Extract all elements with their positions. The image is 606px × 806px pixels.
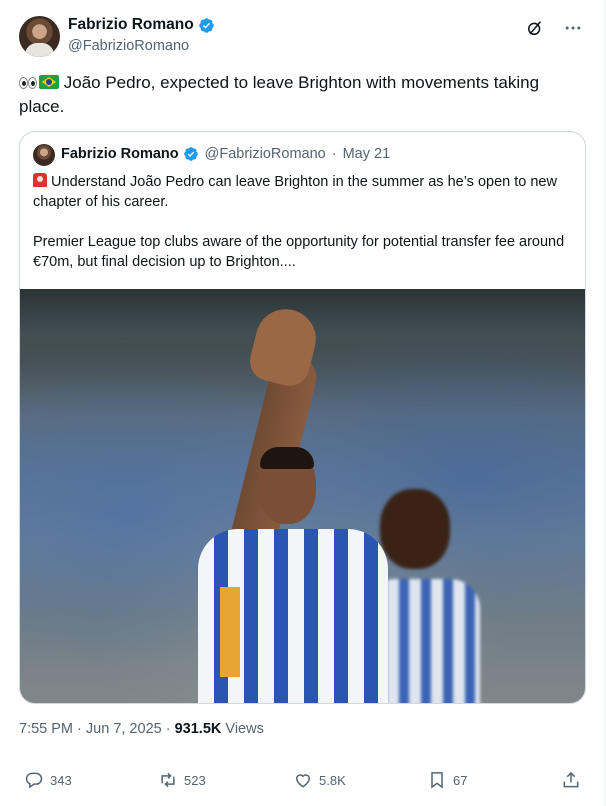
meta-separator: · — [77, 721, 82, 737]
quoted-photo[interactable] — [20, 289, 585, 703]
meta-separator: · — [165, 721, 171, 737]
brazil-flag-emoji — [39, 75, 59, 89]
tweet-time[interactable]: 7:55 PM — [19, 721, 73, 737]
views-count: 931.5K — [174, 721, 222, 737]
quoted-header: Fabrizio Romano @FabrizioRomano · May 21 — [61, 146, 390, 162]
tweet-date[interactable]: Jun 7, 2025 — [86, 721, 162, 737]
quoted-text: Understand João Pedro can leave Brighton… — [33, 172, 573, 272]
quoted-handle: @FabrizioRomano — [204, 146, 326, 162]
siren-emoji — [33, 173, 47, 187]
quoted-tweet[interactable]: Fabrizio Romano @FabrizioRomano · May 21… — [19, 131, 586, 704]
author-name[interactable]: Fabrizio Romano — [68, 16, 194, 34]
tweet-body: João Pedro, expected to leave Brighton w… — [19, 73, 540, 116]
reply-icon — [25, 772, 43, 789]
views-label: Views — [225, 721, 264, 737]
share-icon — [563, 771, 579, 788]
tweet: Fabrizio Romano @FabrizioRomano João Ped… — [0, 0, 606, 806]
action-bar: 343 523 5.8K 67 — [0, 770, 606, 796]
quoted-separator: · — [331, 146, 337, 162]
grok-icon[interactable] — [525, 18, 545, 38]
photo-player-hair — [260, 447, 314, 469]
eyes-emoji — [19, 75, 37, 89]
like-count: 5.8K — [319, 772, 346, 788]
photo-second-player-head — [380, 489, 450, 569]
more-icon[interactable] — [563, 18, 583, 38]
share-button[interactable] — [561, 770, 581, 790]
verified-icon — [183, 147, 198, 161]
photo-shirt-sleeve — [220, 587, 240, 677]
repost-count: 523 — [184, 772, 206, 788]
repost-icon — [161, 772, 175, 788]
bookmark-count: 67 — [453, 772, 468, 788]
author-handle[interactable]: @FabrizioRomano — [68, 38, 189, 54]
like-button[interactable]: 5.8K — [293, 770, 346, 790]
quoted-paragraph-1: Understand João Pedro can leave Brighton… — [33, 174, 557, 210]
quoted-date: May 21 — [342, 146, 391, 162]
like-icon — [295, 774, 311, 788]
header-actions — [525, 18, 583, 38]
author-name-row: Fabrizio Romano — [68, 16, 215, 34]
quoted-author-name: Fabrizio Romano — [61, 146, 179, 162]
verified-icon — [198, 17, 214, 33]
bookmark-icon — [431, 772, 443, 789]
reply-button[interactable]: 343 — [24, 770, 72, 790]
tweet-text: João Pedro, expected to leave Brighton w… — [19, 71, 579, 119]
repost-button[interactable]: 523 — [158, 770, 206, 790]
reply-count: 343 — [50, 772, 72, 788]
bookmark-button[interactable]: 67 — [427, 770, 467, 790]
quoted-paragraph-2: Premier League top clubs aware of the op… — [33, 234, 565, 270]
tweet-meta: 7:55 PM · Jun 7, 2025 · 931.5K Views — [19, 721, 264, 737]
author-avatar[interactable] — [19, 16, 60, 57]
quoted-author-avatar — [33, 144, 55, 166]
